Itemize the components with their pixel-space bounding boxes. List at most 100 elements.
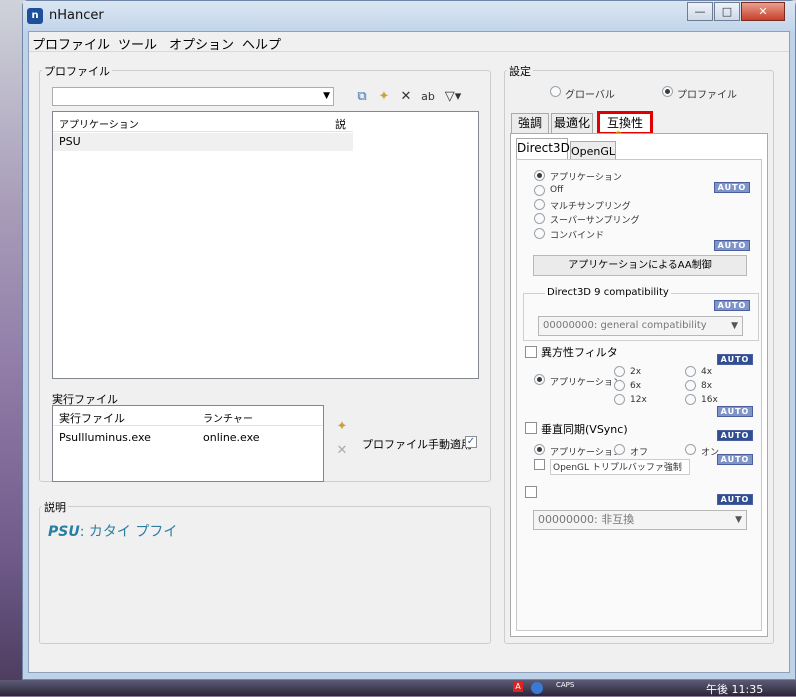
description-text: PSU: カタイ プフイ bbox=[48, 521, 177, 541]
tab-enhance[interactable]: 強調 bbox=[511, 113, 549, 133]
aa-application-radio[interactable] bbox=[534, 170, 545, 181]
aniso-6x-label: 6x bbox=[630, 381, 642, 391]
aa-combined-radio[interactable] bbox=[534, 228, 545, 239]
aniso-label: 異方性フィルタ bbox=[541, 344, 618, 360]
copy-profile-icon[interactable]: ⧉ bbox=[354, 89, 370, 105]
tray-app-icon[interactable]: A bbox=[513, 682, 523, 692]
aniso-4x-radio[interactable] bbox=[685, 366, 696, 377]
aa-auto-badge: AUTO bbox=[714, 182, 750, 193]
opengl-triple-checkbox[interactable] bbox=[534, 459, 545, 470]
list-item[interactable]: PSU bbox=[53, 133, 353, 151]
aniso-8x-label: 8x bbox=[701, 381, 713, 391]
aa-combined-label: コンバインド bbox=[550, 231, 605, 241]
profile-list-header: アプリケーション 説 bbox=[53, 112, 353, 132]
column-description[interactable]: 説 bbox=[335, 116, 346, 132]
client-area: プロファイル ツール オプション ヘルプ プロファイル ▼ ⧉ ✦ ✕ ab ▽… bbox=[28, 31, 790, 673]
aniso-2x-radio[interactable] bbox=[614, 366, 625, 377]
aniso-application-label: アプリケーション bbox=[550, 378, 622, 388]
profile-search-combo[interactable]: ▼ bbox=[52, 87, 334, 106]
direct3d-pane: アプリケーション Off マルチサンプリング スーパーサンプリング コンバインド… bbox=[516, 159, 762, 631]
description-profile-name: PSU bbox=[48, 524, 80, 540]
aa-app-control-button[interactable]: アプリケーションによるAA制御 bbox=[533, 255, 747, 276]
settings-group-label: 設定 bbox=[507, 63, 533, 79]
exe-list-header: 実行ファイル ランチャー bbox=[53, 406, 323, 426]
launcher-name: online.exe bbox=[203, 431, 260, 444]
aniso-16x-radio[interactable] bbox=[685, 394, 696, 405]
rename-profile-icon[interactable]: ab bbox=[420, 89, 436, 105]
vsync-opengl-auto-badge: AUTO bbox=[717, 454, 753, 465]
description-body: : カタイ プフイ bbox=[79, 524, 178, 540]
aa-off-label: Off bbox=[550, 185, 564, 195]
sli-compat-dropdown[interactable]: 00000000: 非互換 ▼ bbox=[533, 510, 747, 530]
sli-compat-value: 00000000: 非互換 bbox=[538, 513, 635, 526]
filter-icon[interactable]: ▽▾ bbox=[442, 89, 464, 105]
new-profile-icon[interactable]: ✦ bbox=[376, 89, 392, 105]
subtab-direct3d[interactable]: Direct3D bbox=[516, 138, 570, 160]
vsync-off-radio[interactable] bbox=[614, 444, 625, 455]
minimize-button[interactable]: — bbox=[687, 2, 713, 21]
chevron-down-icon: ▼ bbox=[323, 91, 330, 101]
add-exe-icon[interactable]: ✦ bbox=[334, 419, 350, 435]
vsync-checkbox[interactable] bbox=[525, 422, 537, 434]
aniso-checkbox[interactable] bbox=[525, 346, 537, 358]
menu-options[interactable]: オプション bbox=[169, 34, 234, 53]
maximize-button[interactable]: □ bbox=[714, 2, 740, 21]
table-row[interactable]: PsuIlluminus.exe online.exe bbox=[53, 428, 323, 446]
chevron-down-icon: ▼ bbox=[731, 321, 738, 331]
aniso-2x-label: 2x bbox=[630, 367, 642, 377]
menu-bar: プロファイル ツール オプション ヘルプ bbox=[29, 32, 789, 53]
profile-list: アプリケーション 説 PSU bbox=[52, 111, 479, 379]
scope-global-radio[interactable] bbox=[550, 86, 561, 97]
delete-profile-icon[interactable]: ✕ bbox=[398, 89, 414, 105]
caps-indicator: CAPS bbox=[556, 681, 575, 689]
close-button[interactable]: ✕ bbox=[741, 2, 785, 21]
d3d9-auto-badge: AUTO bbox=[714, 300, 750, 311]
menu-profile[interactable]: プロファイル bbox=[32, 34, 110, 53]
aa-multisampling-radio[interactable] bbox=[534, 199, 545, 210]
aa-supersampling-radio[interactable] bbox=[534, 213, 545, 224]
remove-exe-icon[interactable]: ✕ bbox=[334, 443, 350, 459]
aniso-4x-label: 4x bbox=[701, 367, 713, 377]
aniso-6x-radio[interactable] bbox=[614, 380, 625, 391]
title-bar[interactable]: n nHancer — □ ✕ bbox=[23, 1, 795, 31]
aa-application-label: アプリケーション bbox=[550, 173, 622, 183]
menu-help[interactable]: ヘルプ bbox=[242, 34, 281, 53]
aniso-8x-radio[interactable] bbox=[685, 380, 696, 391]
tray-network-icon[interactable] bbox=[531, 682, 543, 694]
d3d9-compat-dropdown[interactable]: 00000000: general compatibility ▼ bbox=[538, 316, 743, 336]
column-launcher[interactable]: ランチャー bbox=[203, 410, 253, 425]
settings-group: 設定 グローバル プロファイル 強調 最適化 互換性 ✎ Direct3D Op… bbox=[504, 63, 774, 644]
subtab-opengl[interactable]: OpenGL bbox=[570, 141, 616, 160]
compat-panel: Direct3D OpenGL アプリケーション Off マルチサンプリング ス… bbox=[510, 133, 768, 637]
scope-profile-radio[interactable] bbox=[662, 86, 673, 97]
scope-profile-label: プロファイル bbox=[677, 90, 737, 101]
vsync-label: 垂直同期(VSync) bbox=[541, 423, 628, 436]
vsync-off-label: オフ bbox=[630, 448, 649, 458]
vsync-on-radio[interactable] bbox=[685, 444, 696, 455]
description-group-label: 説明 bbox=[42, 499, 68, 515]
scope-global-label: グローバル bbox=[565, 90, 615, 101]
aniso-application-radio[interactable] bbox=[534, 374, 545, 385]
exe-name: PsuIlluminus.exe bbox=[59, 431, 151, 444]
vsync-application-label: アプリケーション bbox=[550, 448, 622, 458]
menu-tools[interactable]: ツール bbox=[118, 34, 157, 53]
aniso-12x-radio[interactable] bbox=[614, 394, 625, 405]
aa-off-radio[interactable] bbox=[534, 185, 545, 196]
manual-apply-checkbox[interactable]: ✓ bbox=[465, 436, 477, 448]
vsync-application-radio[interactable] bbox=[534, 444, 545, 455]
description-group: 説明 PSU: カタイ プフイ bbox=[39, 499, 491, 644]
aniso-16x-label: 16x bbox=[701, 395, 718, 405]
profile-group: プロファイル ▼ ⧉ ✦ ✕ ab ▽▾ アプリケーション 説 PSU 実行ファ… bbox=[39, 63, 491, 482]
column-exe[interactable]: 実行ファイル bbox=[59, 410, 125, 426]
clock[interactable]: 午後 11:35 bbox=[706, 681, 763, 697]
tab-optimize[interactable]: 最適化 bbox=[551, 113, 593, 133]
exe-list: 実行ファイル ランチャー PsuIlluminus.exe online.exe bbox=[52, 405, 324, 482]
app-window: n nHancer — □ ✕ プロファイル ツール オプション ヘルプ プロフ… bbox=[22, 0, 796, 680]
sli-checkbox[interactable] bbox=[525, 486, 537, 498]
aniso-12x-label: 12x bbox=[630, 395, 647, 405]
column-application[interactable]: アプリケーション bbox=[59, 116, 139, 131]
aniso-auto-badge: AUTO bbox=[717, 354, 753, 365]
aa-supersampling-label: スーパーサンプリング bbox=[550, 216, 640, 226]
vsync-auto-badge: AUTO bbox=[717, 430, 753, 441]
chevron-down-icon: ▼ bbox=[735, 515, 742, 525]
